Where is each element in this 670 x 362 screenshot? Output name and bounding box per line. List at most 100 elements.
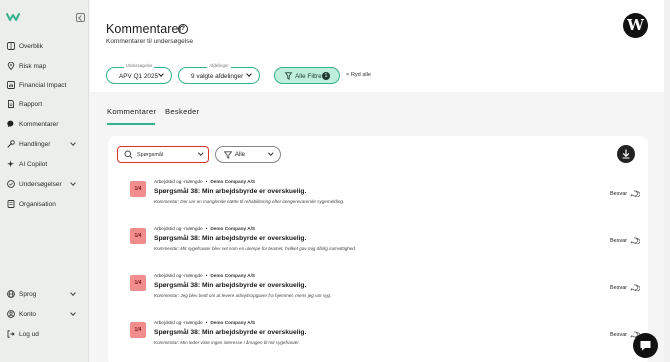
logout-icon bbox=[7, 330, 15, 338]
download-button[interactable] bbox=[617, 145, 635, 163]
tool-icon bbox=[7, 140, 15, 148]
sidebar-item-label: Handlinger bbox=[19, 140, 51, 148]
search-icon bbox=[124, 150, 133, 159]
tab-beskeder[interactable]: Beskeder bbox=[165, 107, 199, 116]
sidebar-item-label: Rapport bbox=[19, 100, 43, 108]
chart-icon bbox=[7, 81, 15, 89]
document-icon bbox=[8, 100, 14, 108]
sidebar-item-label: Undersøgelser bbox=[19, 180, 62, 188]
score-badge: 1/4 bbox=[130, 181, 146, 197]
score-badge: 1/4 bbox=[130, 228, 146, 244]
filter-icon bbox=[224, 151, 232, 159]
comment-category: Arbejdstid og -mængde bbox=[154, 273, 203, 278]
sidebar-item-konto[interactable]: Konto bbox=[0, 306, 89, 322]
page-scrollbar[interactable] bbox=[664, 0, 670, 362]
sidebar-item-handlinger[interactable]: Handlinger bbox=[0, 136, 89, 152]
download-icon bbox=[622, 149, 630, 159]
sidebar-item-label: Overblik bbox=[19, 42, 43, 50]
comment-meta: Arbejdstid og -mængde • Demo Company A/S bbox=[154, 226, 256, 231]
comment-category: Arbejdstid og -mængde bbox=[154, 226, 203, 231]
avatar[interactable]: W bbox=[623, 13, 648, 38]
sidebar-item-overblik[interactable]: Overblik bbox=[0, 38, 89, 54]
sidebar-item-label: Log ud bbox=[19, 330, 39, 338]
clear-all-button[interactable]: × Ryd alle bbox=[346, 72, 371, 78]
tab-kommentarer[interactable]: Kommentarer bbox=[107, 107, 156, 116]
comment-question: Spørgsmål 38: Min arbejdsbyrde er oversk… bbox=[154, 329, 307, 336]
collapse-sidebar-icon[interactable] bbox=[76, 13, 85, 22]
chevron-down-icon[interactable] bbox=[70, 310, 76, 316]
sidebar-item-label: Kommentarer bbox=[19, 120, 59, 128]
score-badge: 1/4 bbox=[130, 275, 146, 291]
all-filters-label: Alle Filtre bbox=[295, 72, 322, 80]
departments-select[interactable]: Afdelinger 9 valgte afdelinger bbox=[178, 63, 260, 84]
reply-button[interactable]: Besvar bbox=[610, 285, 627, 291]
search-select-value: Spørgsmål bbox=[137, 151, 164, 158]
chevron-down-icon bbox=[198, 150, 204, 156]
comment-question: Spørgsmål 38: Min arbejdsbyrde er oversk… bbox=[154, 282, 307, 289]
reply-button[interactable]: Besvar bbox=[610, 191, 627, 197]
sidebar-item-organisation[interactable]: Organisation bbox=[0, 196, 89, 212]
reply-icon[interactable] bbox=[630, 284, 640, 291]
org-icon bbox=[7, 200, 15, 208]
page-subtitle: Kommentarer til undersøgelse bbox=[106, 38, 194, 45]
active-tab-indicator bbox=[107, 123, 155, 125]
list-item: 1/4 Arbejdstid og -mængde • Demo Company A… bbox=[130, 273, 640, 315]
sidebar-item-label: Organisation bbox=[19, 200, 56, 208]
list-item: 1/4 Arbejdstid og -mængde • Demo Company A… bbox=[130, 226, 640, 268]
sidebar-item-label: Sprog bbox=[19, 290, 37, 298]
sidebar-item-risk-map[interactable]: Risk map bbox=[0, 58, 89, 74]
chevron-down-icon[interactable] bbox=[70, 180, 76, 186]
comment-category: Arbejdstid og -mængde bbox=[154, 179, 203, 184]
survey-select-value: APV Q1 2025 bbox=[119, 72, 159, 80]
sidebar-item-log-ud[interactable]: Log ud bbox=[0, 326, 89, 342]
comment-text: Kommentar: Der var en manglende støtte t… bbox=[154, 199, 345, 204]
reply-button[interactable]: Besvar bbox=[610, 332, 627, 338]
comment-company: Demo Company A/S bbox=[210, 320, 256, 325]
comment-question: Spørgsmål 38: Min arbejdsbyrde er oversk… bbox=[154, 188, 307, 195]
reply-icon[interactable] bbox=[630, 190, 640, 197]
survey-icon bbox=[7, 180, 15, 188]
status-filter-value: Alle bbox=[235, 151, 246, 158]
sidebar-item-label: Risk map bbox=[19, 62, 47, 70]
sparkle-icon bbox=[7, 160, 14, 168]
filter-count-badge: 1 bbox=[322, 72, 330, 80]
sidebar-item-kommentarer[interactable]: Kommentarer bbox=[0, 116, 89, 132]
chevron-down-icon bbox=[158, 71, 164, 77]
chevron-down-icon bbox=[268, 150, 274, 156]
sidebar-item-undersogelser[interactable]: Undersøgelser bbox=[0, 176, 89, 192]
user-icon bbox=[7, 310, 15, 318]
list-item: 1/4 Arbejdstid og -mængde • Demo Company A… bbox=[130, 320, 640, 362]
page-title: Kommentarer bbox=[106, 22, 183, 36]
comment-text: Kommentar: Mit sygefravær blev set som e… bbox=[154, 246, 357, 251]
comment-meta: Arbejdstid og -mængde • Demo Company A/S bbox=[154, 320, 256, 325]
comments-card: Spørgsmål Alle 1/4 Arbejdstid og -mængde… bbox=[108, 136, 648, 362]
page-header: Kommentarer ? Kommentarer til undersøgel… bbox=[90, 0, 670, 92]
chevron-down-icon[interactable] bbox=[70, 140, 76, 146]
sidebar-item-label: Financial Impact bbox=[19, 81, 67, 89]
comment-icon bbox=[7, 120, 14, 128]
chat-support-button[interactable] bbox=[633, 333, 658, 358]
sidebar-item-sprog[interactable]: Sprog bbox=[0, 286, 89, 302]
comment-question: Spørgsmål 38: Min arbejdsbyrde er oversk… bbox=[154, 235, 307, 242]
search-select[interactable]: Spørgsmål bbox=[117, 146, 209, 163]
filter-icon bbox=[285, 72, 292, 80]
survey-select[interactable]: Undersøgelse APV Q1 2025 bbox=[106, 63, 172, 84]
sidebar-item-ai-copilot[interactable]: AI Copilot bbox=[0, 156, 89, 172]
comment-meta: Arbejdstid og -mængde • Demo Company A/S bbox=[154, 273, 256, 278]
chevron-down-icon[interactable] bbox=[70, 290, 76, 296]
brand-logo-icon[interactable] bbox=[6, 12, 20, 22]
chat-icon bbox=[640, 341, 651, 351]
sidebar-item-financial-impact[interactable]: Financial Impact bbox=[0, 77, 89, 93]
pin-icon bbox=[7, 62, 15, 70]
sidebar-item-label: AI Copilot bbox=[19, 160, 48, 168]
all-filters-button[interactable]: Alle Filtre 1 bbox=[274, 67, 340, 84]
sidebar-item-rapport[interactable]: Rapport bbox=[0, 96, 89, 112]
status-filter-select[interactable]: Alle bbox=[215, 146, 281, 163]
reply-button[interactable]: Besvar bbox=[610, 238, 627, 244]
reply-icon[interactable] bbox=[630, 237, 640, 244]
comment-company: Demo Company A/S bbox=[210, 226, 256, 231]
main-content: Kommentarer ? Kommentarer til undersøgel… bbox=[90, 0, 670, 362]
help-icon[interactable]: ? bbox=[178, 24, 188, 34]
grid-icon bbox=[7, 42, 15, 50]
survey-select-label: Undersøgelse bbox=[123, 63, 155, 68]
